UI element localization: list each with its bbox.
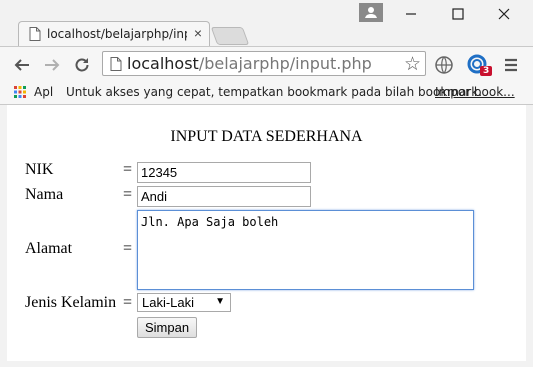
alamat-separator: = — [123, 240, 133, 257]
nik-label: NIK — [25, 161, 54, 178]
menu-icon[interactable] — [500, 54, 522, 76]
nik-separator: = — [123, 161, 133, 178]
tab-close-icon[interactable]: × — [194, 25, 202, 41]
title-bar: localhost/belajarphp/input × — [0, 0, 533, 46]
url-path: /belajarphp/input.php — [198, 54, 372, 73]
reload-icon — [75, 58, 89, 72]
page-info-icon — [110, 57, 122, 71]
maximize-button[interactable] — [443, 4, 473, 24]
jenis-kelamin-selected: Laki-Laki — [142, 295, 195, 310]
jenis-kelamin-select[interactable]: Laki-Laki ▼ — [137, 293, 231, 312]
reload-button[interactable] — [72, 55, 92, 75]
forward-button[interactable] — [42, 55, 62, 75]
nama-separator: = — [123, 186, 133, 203]
browser-tab[interactable]: localhost/belajarphp/input × — [18, 21, 210, 46]
forward-arrow-icon — [45, 59, 60, 71]
bookmark-star-icon[interactable]: ☆ — [404, 53, 421, 76]
extension-badge: 3 — [480, 66, 493, 76]
url-text: localhost/belajarphp/input.php — [127, 54, 372, 73]
alamat-textarea[interactable]: Jln. Apa Saja boleh — [137, 210, 474, 290]
nama-field[interactable] — [137, 186, 311, 207]
page-title: INPUT DATA SEDERHANA — [170, 128, 363, 145]
address-bar[interactable]: localhost/belajarphp/input.php ☆ — [102, 51, 426, 76]
close-icon — [498, 8, 510, 20]
maximize-icon — [452, 8, 464, 20]
bookmarks-hint: Untuk akses yang cepat, tempatkan bookma… — [66, 85, 483, 99]
nama-label: Nama — [25, 186, 64, 203]
simpan-button[interactable]: Simpan — [137, 317, 198, 338]
apps-grid-icon[interactable] — [14, 86, 26, 98]
apps-label[interactable]: Apl — [34, 85, 53, 99]
import-bookmarks-link[interactable]: Impor book... — [435, 85, 515, 99]
back-button[interactable] — [12, 55, 32, 75]
extension-button[interactable]: 3 — [466, 53, 493, 79]
tab-title: localhost/belajarphp/input — [47, 27, 187, 41]
dropdown-arrow-icon: ▼ — [215, 296, 225, 307]
new-tab-button[interactable] — [210, 27, 250, 45]
person-icon — [365, 7, 377, 18]
jenis-kelamin-label: Jenis Kelamin — [25, 294, 117, 311]
back-arrow-icon — [14, 59, 29, 71]
page-content: INPUT DATA SEDERHANA NIK = Nama = Alamat… — [7, 105, 526, 361]
bookmarks-bar: Apl Untuk akses yang cepat, tempatkan bo… — [0, 80, 533, 105]
minimize-button[interactable] — [396, 4, 426, 24]
close-window-button[interactable] — [489, 4, 519, 24]
browser-window: localhost/belajarphp/input × — [0, 0, 533, 367]
url-host: localhost — [127, 54, 199, 73]
nik-field[interactable] — [137, 162, 311, 183]
minimize-icon — [406, 13, 416, 15]
page-icon — [29, 27, 41, 41]
profile-button[interactable] — [359, 3, 383, 22]
jenis-kelamin-separator: = — [123, 294, 133, 311]
browser-toolbar: localhost/belajarphp/input.php ☆ 3 — [0, 46, 533, 80]
alamat-label: Alamat — [25, 240, 73, 257]
globe-extension-icon[interactable] — [433, 54, 455, 76]
